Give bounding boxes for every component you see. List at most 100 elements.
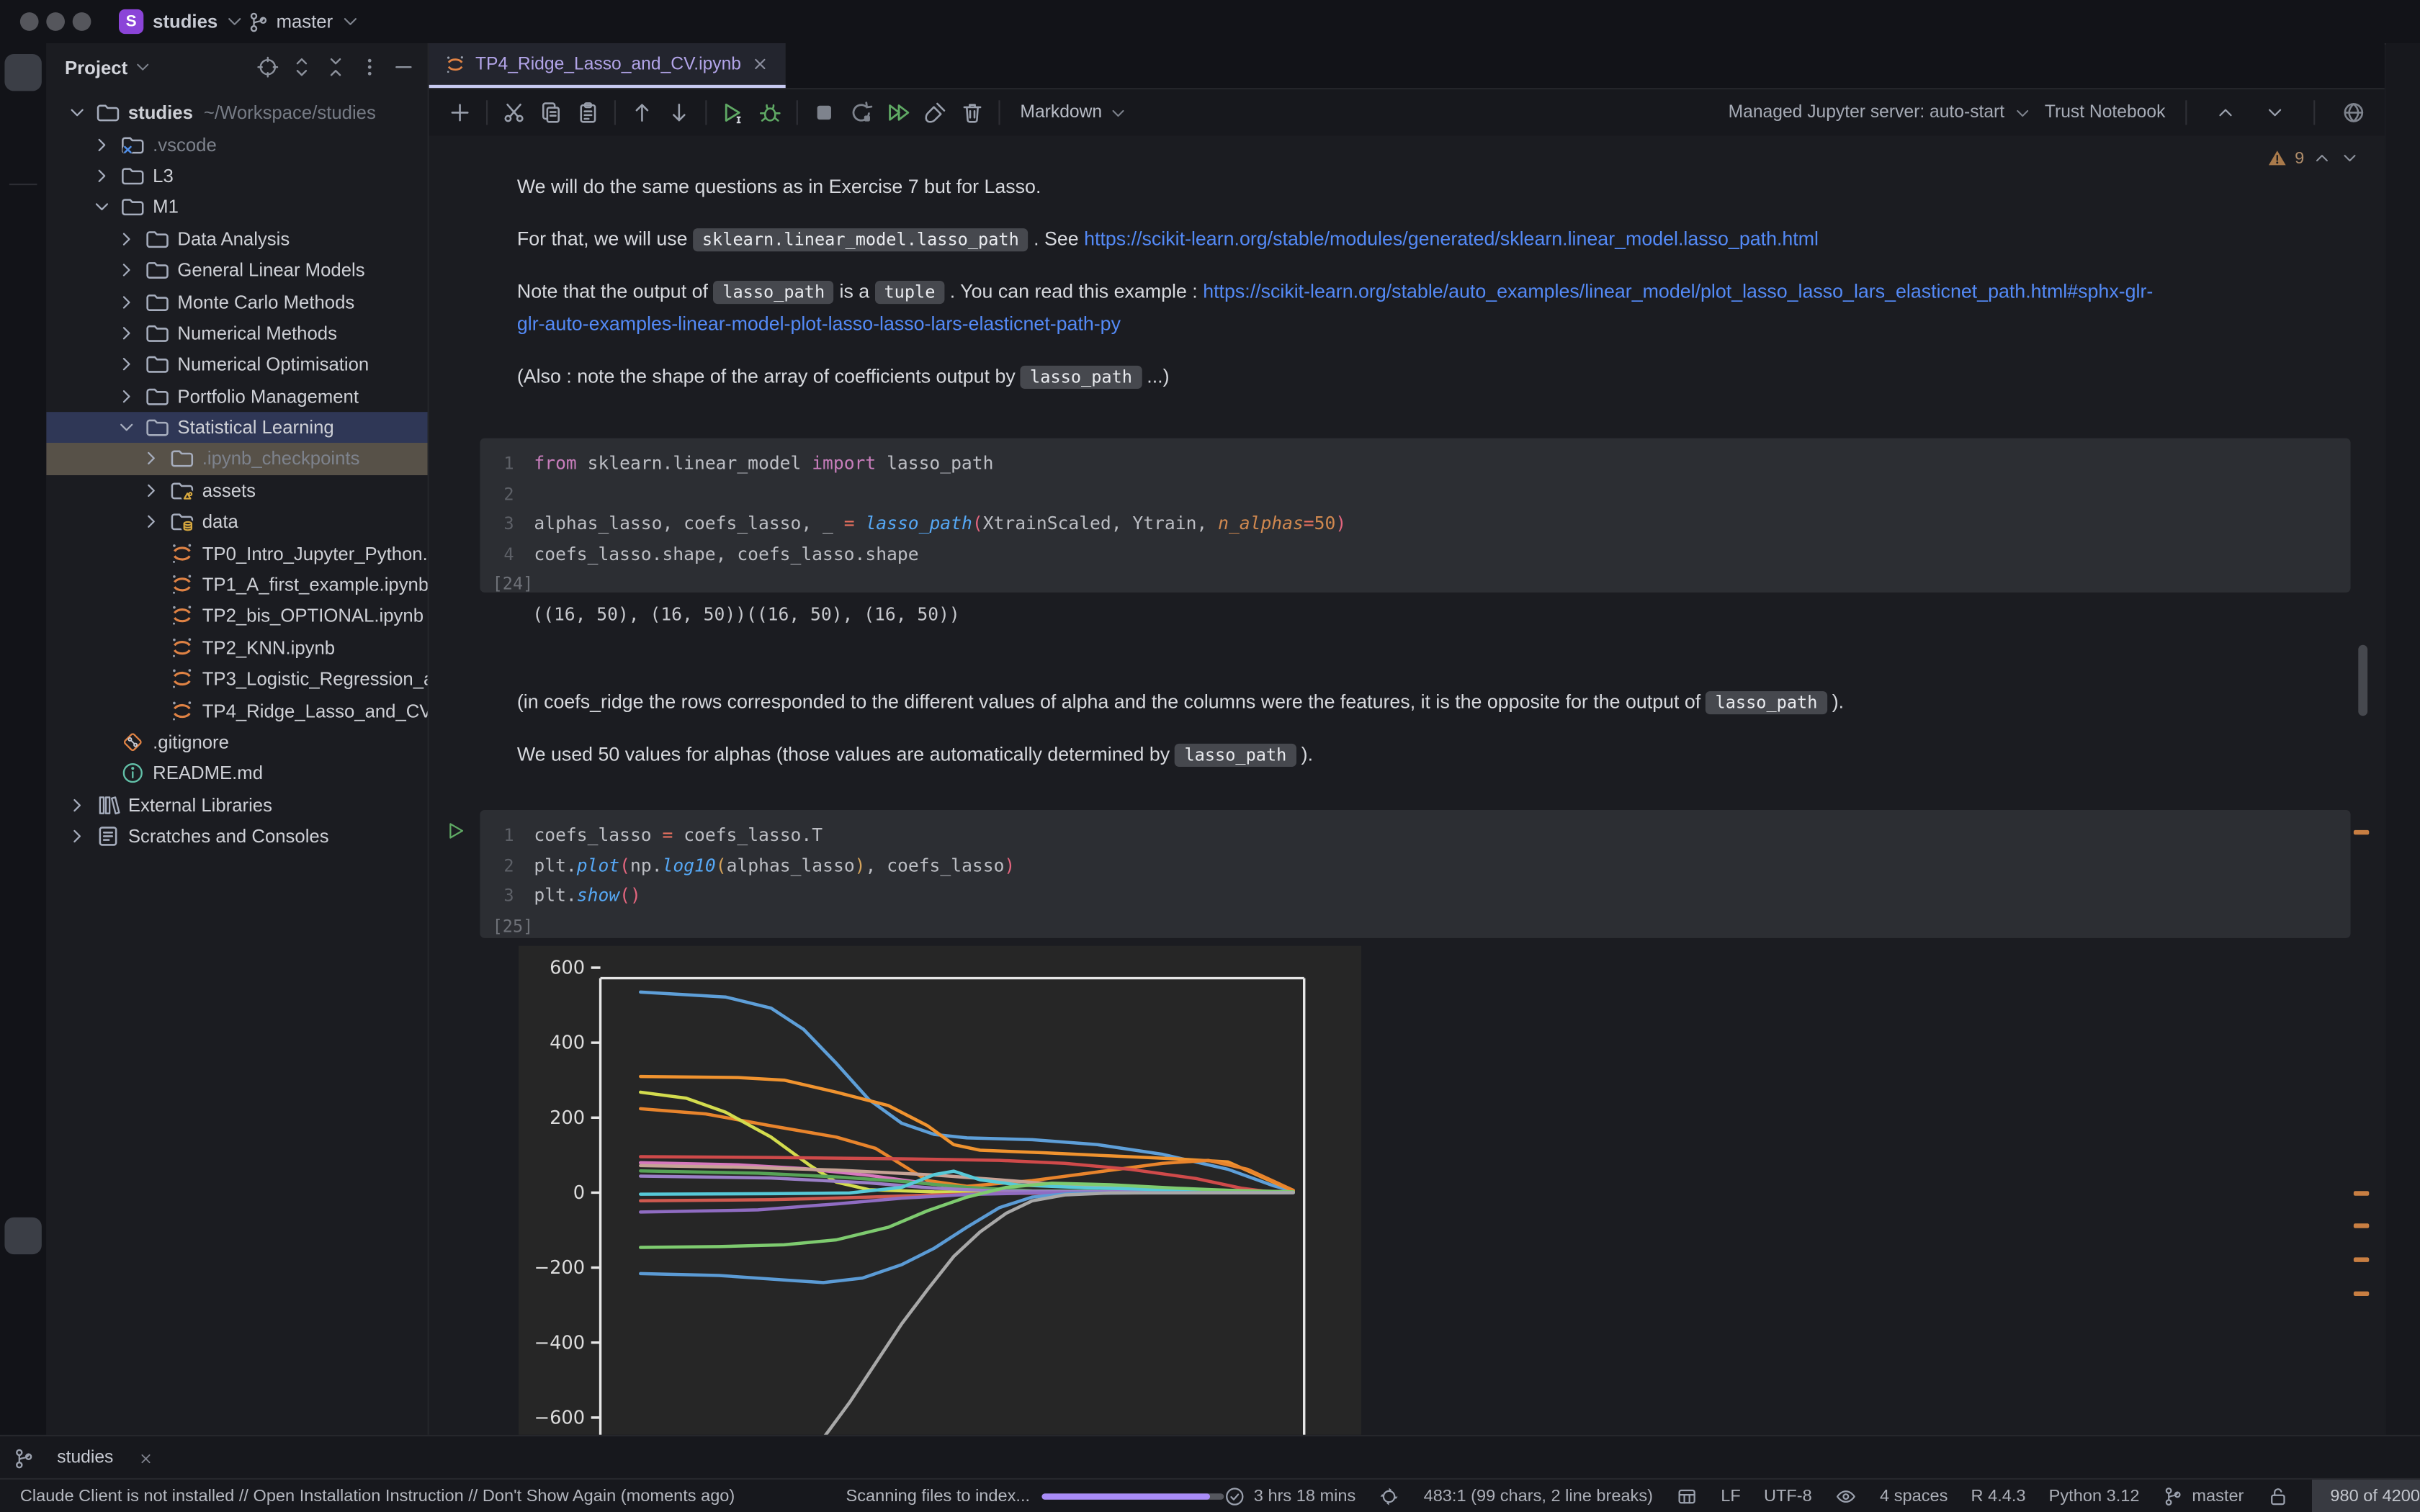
delete-cell-button[interactable] [954,96,990,130]
move-cell-down-button[interactable] [660,96,697,130]
lock-status[interactable] [2267,1486,2289,1508]
git-branch[interactable]: master [2163,1486,2244,1508]
tree-toggle-icon[interactable] [116,385,138,407]
tree-toggle-icon[interactable] [116,354,138,375]
tree-item-tp0-intro-jupyter-python-ip[interactable]: TP0_Intro_Jupyter_Python.ip [46,538,427,570]
trust-notebook-button[interactable]: Trust Notebook [2045,104,2166,122]
tree-item-data[interactable]: data [46,506,427,538]
scrollbar-warning-mark[interactable] [2354,1257,2369,1261]
clear-outputs-button[interactable] [917,96,954,130]
tree-toggle-icon[interactable] [116,259,138,281]
run-all-cells-button[interactable] [879,96,916,130]
data-view-status[interactable] [1676,1486,1698,1508]
tree-item-tp2-bis-optional-ipynb[interactable]: TP2_bis_OPTIONAL.ipynb [46,600,427,632]
scrollbar-warning-mark[interactable] [2354,830,2369,834]
tree-toggle-icon[interactable] [91,165,112,186]
tool-window-tab-studies[interactable]: studies [57,1449,155,1467]
interrupt-kernel-button[interactable] [806,96,843,130]
scrollbar-warning-mark[interactable] [2354,1191,2369,1195]
code-line[interactable]: 1coefs_lasso = coefs_lasso.T [480,821,2350,851]
tree-item-tp1-a-first-example-ipynb[interactable]: TP1_A_first_example.ipynb [46,569,427,600]
locate-file-icon[interactable] [256,55,279,78]
settings-gear-icon[interactable] [2385,8,2411,34]
chevron-down-icon[interactable] [133,57,153,77]
tree-item-studies[interactable]: studies~/Workspace/studies [46,97,427,129]
scrollbar-warning-mark[interactable] [2354,1292,2369,1296]
jupyter-server-selector[interactable]: Managed Jupyter server: auto-start [1729,103,2033,123]
tree-toggle-icon[interactable] [140,480,162,501]
tree-item-ipynb-checkpoints[interactable]: .ipynb_checkpoints [46,444,427,475]
tree-item-readme-md[interactable]: README.md [46,758,427,790]
line-separator[interactable]: LF [1721,1488,1741,1506]
caret-position[interactable]: 483:1 (99 chars, 2 line breaks) [1424,1488,1653,1506]
search-everywhere-icon[interactable] [2338,8,2364,34]
tree-item-general-linear-models[interactable]: General Linear Models [46,254,427,286]
copy-cell-button[interactable] [532,96,569,130]
close-tab-icon[interactable] [750,54,771,74]
tree-item-statistical-learning[interactable]: Statistical Learning [46,412,427,444]
project-switcher[interactable]: studies [153,8,246,36]
ai-assistant-tool-button[interactable] [4,1134,41,1171]
tree-toggle-icon[interactable] [116,323,138,344]
tree-toggle-icon[interactable] [140,511,162,533]
todo-tool-button[interactable] [4,1092,41,1129]
layers-tool-button[interactable] [4,1259,41,1296]
sync-status[interactable] [1379,1486,1400,1508]
tree-item-portfolio-management[interactable]: Portfolio Management [46,380,427,412]
ai-tools-button[interactable] [2388,194,2419,225]
more-tools-button[interactable] [4,236,41,273]
add-cell-button[interactable] [442,96,478,130]
vcs-branch-widget[interactable]: master [247,8,361,36]
close-tool-tab-icon[interactable] [138,1449,156,1467]
cut-cell-button[interactable] [496,96,532,130]
tree-item-gitignore[interactable]: .gitignore [46,726,427,758]
restart-kernel-button[interactable] [843,96,879,130]
next-cell-button[interactable] [2257,96,2293,130]
reader-mode[interactable] [1835,1486,1857,1508]
tree-item-data-analysis[interactable]: Data Analysis [46,223,427,255]
paste-cell-button[interactable] [570,96,606,130]
user-plus-icon[interactable] [2292,8,2318,34]
inspection-widget[interactable]: 9 [2267,148,2360,168]
code-line[interactable]: 3plt.show() [480,881,2350,912]
indent-style[interactable]: 4 spaces [1880,1488,1948,1506]
tree-toggle-icon[interactable] [116,291,138,312]
r-graphics-tool-button[interactable] [2388,148,2419,179]
problems-tool-button[interactable] [4,1384,41,1421]
file-encoding[interactable]: UTF-8 [1764,1488,1812,1506]
panel-options-icon[interactable] [358,55,381,78]
python-interpreter[interactable]: Python 3.12 [2049,1488,2140,1506]
plugin-hexagon-button[interactable] [2388,240,2419,271]
tree-toggle-icon[interactable] [116,228,138,250]
r-packages-tool-button[interactable] [4,1218,41,1254]
code-cell[interactable]: 1from sklearn.linear_model import lasso_… [480,438,2350,593]
expand-all-icon[interactable] [290,55,313,78]
tab-notebook[interactable]: TP4_Ridge_Lasso_and_CV.ipynb [429,43,786,88]
tree-item-monte-carlo-methods[interactable]: Monte Carlo Methods [46,286,427,318]
code-line[interactable]: 3alphas_lasso, coefs_lasso, _ = lasso_pa… [480,510,2350,540]
tree-toggle-icon[interactable] [66,794,88,816]
tree-item-external-libraries[interactable]: External Libraries [46,789,427,821]
tree-item-tp2-knn-ipynb[interactable]: TP2_KNN.ipynb [46,632,427,664]
cell-type-dropdown[interactable]: Markdown [1020,103,1128,123]
tree-toggle-icon[interactable] [66,102,88,124]
previous-cell-button[interactable] [2207,96,2244,130]
doc-link[interactable]: https://scikit-learn.org/stable/modules/… [1084,228,1819,249]
services-tool-button[interactable] [4,1300,41,1337]
tree-item-l3[interactable]: L3 [46,160,427,192]
run-cell-gutter-icon[interactable] [446,821,466,841]
pull-requests-tool-button[interactable] [4,138,41,174]
tree-toggle-icon[interactable] [91,134,112,156]
hide-panel-icon[interactable] [392,55,415,78]
previous-warning-icon[interactable] [2312,148,2332,168]
database-tool-button[interactable] [2388,102,2419,132]
project-tool-button[interactable] [4,54,41,91]
status-message[interactable]: Claude Client is not installed // Open I… [20,1488,735,1506]
tree-toggle-icon[interactable] [91,197,112,218]
tree-item-numerical-optimisation[interactable]: Numerical Optimisation [46,349,427,381]
run-cell-select-below-button[interactable] [714,96,751,130]
code-cell[interactable]: 1coefs_lasso = coefs_lasso.T2plt.plot(np… [480,810,2350,938]
r-console-tool-button[interactable] [4,1176,41,1212]
editor-scrollbar[interactable] [2358,645,2367,716]
debug-cell-button[interactable] [752,96,789,130]
